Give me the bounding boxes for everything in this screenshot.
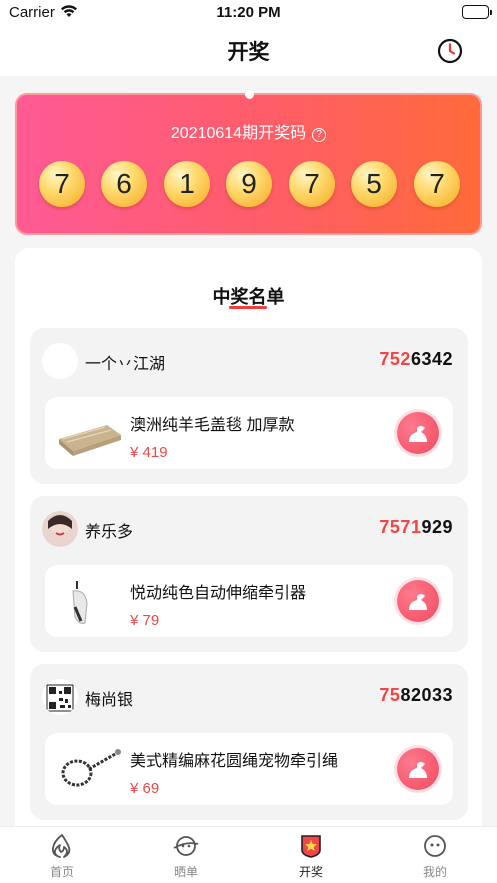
nav-bar: 开奖 <box>0 26 497 76</box>
winning-code: 7582033 <box>379 685 453 706</box>
heading-underline <box>229 306 267 309</box>
clock-icon[interactable] <box>437 38 463 64</box>
tab-bar: 首页 晒单 开奖 我的 <box>0 826 497 883</box>
share-icon-button[interactable] <box>397 580 439 622</box>
tab-draw[interactable]: 开奖 <box>281 833 341 880</box>
share-icon-button[interactable] <box>397 412 439 454</box>
winners-panel: 中奖名单 一个丷江湖 7526342 澳洲纯羊毛盖毯 加厚款 ¥ 419 养乐多… <box>15 248 482 848</box>
avatar[interactable] <box>42 511 78 547</box>
card-notch <box>245 90 254 99</box>
help-icon[interactable]: ? <box>312 128 327 142</box>
prize-name: 澳洲纯羊毛盖毯 加厚款 <box>130 417 295 434</box>
tab-home-label: 首页 <box>49 865 74 879</box>
prize-price: ¥ 79 <box>130 612 160 629</box>
planet-face-icon <box>173 836 199 856</box>
winning-code: 7526342 <box>379 349 453 370</box>
battery-icon <box>462 5 492 19</box>
prize-card[interactable]: 悦动纯色自动伸缩牵引器 ¥ 79 <box>45 565 453 637</box>
share-icon-button[interactable] <box>397 748 439 790</box>
status-time: 11:20 PM <box>216 4 281 21</box>
draw-period: 20210614期开奖码? <box>17 119 480 143</box>
draw-number-balls: 7 6 1 9 7 5 7 <box>39 161 462 209</box>
number-ball: 9 <box>226 161 272 207</box>
number-ball: 6 <box>101 161 147 207</box>
winner-entry[interactable]: 养乐多 7571929 悦动纯色自动伸缩牵引器 ¥ 79 <box>30 496 468 652</box>
prize-card[interactable]: 澳洲纯羊毛盖毯 加厚款 ¥ 419 <box>45 397 453 469</box>
tab-home[interactable]: 首页 <box>32 833 92 880</box>
blanket-image <box>55 409 125 459</box>
tab-profile-label: 我的 <box>422 865 447 879</box>
draw-period-label: 20210614期开奖码 <box>170 125 307 142</box>
rope-leash-image <box>55 745 125 795</box>
winner-entry[interactable]: 一个丷江湖 7526342 澳洲纯羊毛盖毯 加厚款 ¥ 419 <box>30 328 468 484</box>
status-bar: Carrier 11:20 PM <box>0 0 497 26</box>
winning-code: 7571929 <box>379 517 453 538</box>
prize-name: 悦动纯色自动伸缩牵引器 <box>130 585 307 602</box>
number-ball: 1 <box>164 161 210 207</box>
code-other-digits: 6342 <box>410 349 453 369</box>
smiley-icon <box>424 835 446 857</box>
tab-profile[interactable]: 我的 <box>405 833 465 880</box>
number-ball: 7 <box>39 161 85 207</box>
flame-icon <box>51 834 71 858</box>
prize-price: ¥ 69 <box>130 780 160 797</box>
tab-showcase-label: 晒单 <box>173 865 198 879</box>
code-matched-digits: 752 <box>379 349 411 369</box>
winner-name: 养乐多 <box>85 524 134 541</box>
prize-name: 美式精编麻花圆绳宠物牵引绳 <box>130 753 339 770</box>
winner-name: 梅尚银 <box>85 692 134 709</box>
avatar[interactable] <box>42 343 78 379</box>
code-matched-digits: 7571 <box>379 517 422 537</box>
number-ball: 7 <box>414 161 460 207</box>
star-shield-icon <box>301 835 321 858</box>
code-other-digits: 929 <box>421 517 453 537</box>
code-matched-digits: 75 <box>379 685 401 705</box>
winner-name: 一个丷江湖 <box>85 356 166 373</box>
winner-entry[interactable]: 梅尚银 7582033 美式精编麻花圆绳宠物牵引绳 ¥ 69 <box>30 664 468 820</box>
leash-retractor-image <box>55 577 125 627</box>
draw-result-card: 20210614期开奖码? 7 6 1 9 7 5 7 <box>15 90 482 235</box>
tab-showcase[interactable]: 晒单 <box>156 833 216 880</box>
tab-draw-label: 开奖 <box>298 865 323 879</box>
number-ball: 7 <box>289 161 335 207</box>
prize-price: ¥ 419 <box>130 444 168 461</box>
number-ball: 5 <box>351 161 397 207</box>
qr-code-avatar[interactable] <box>42 679 78 715</box>
prize-card[interactable]: 美式精编麻花圆绳宠物牵引绳 ¥ 69 <box>45 733 453 805</box>
page-title: 开奖 <box>227 41 270 64</box>
code-other-digits: 82033 <box>400 685 453 705</box>
